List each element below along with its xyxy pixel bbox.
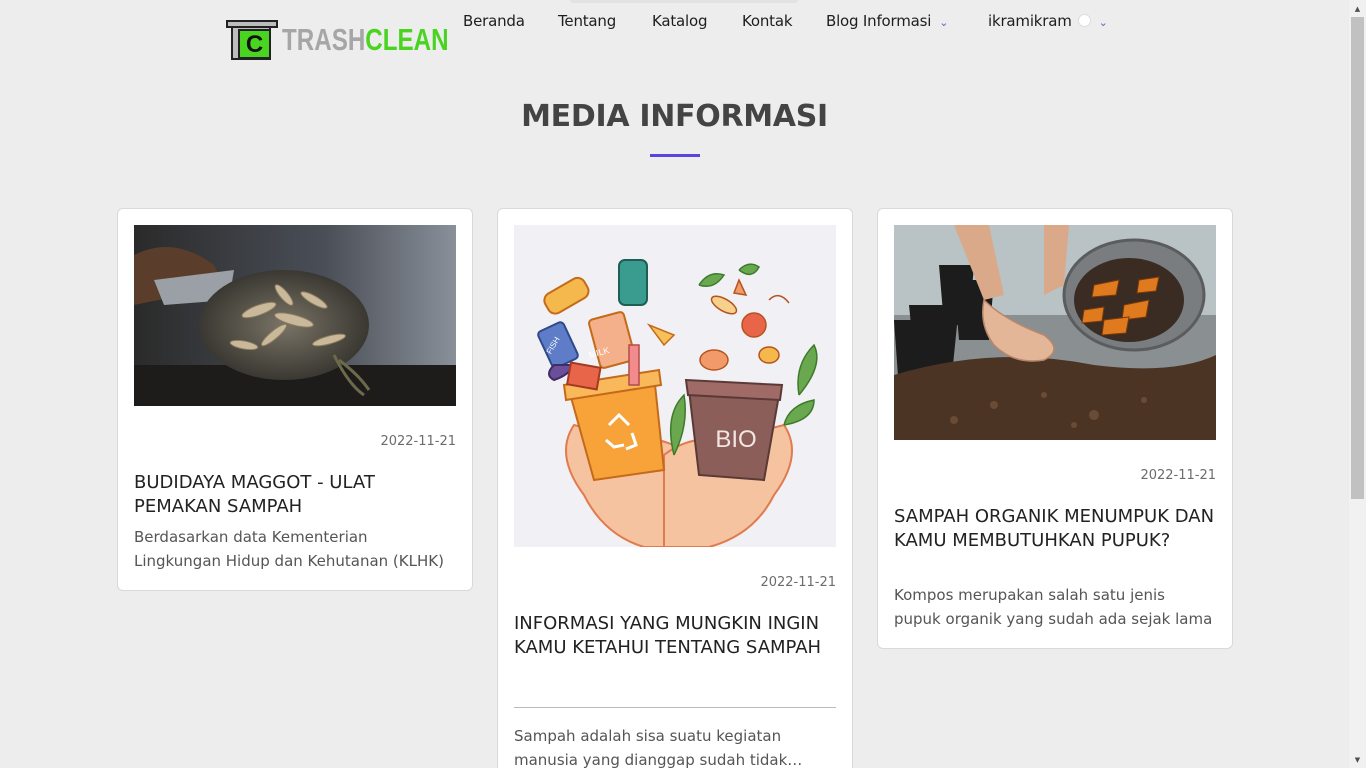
brand-wordmark-clean: CLEAN — [365, 22, 449, 57]
trash-bin-logo-icon: C — [226, 18, 278, 62]
page-title: MEDIA INFORMASI — [521, 99, 828, 134]
nav-kontak[interactable]: Kontak — [742, 12, 793, 30]
organic-compost-photo[interactable] — [894, 225, 1216, 440]
chevron-down-icon: ⌄ — [1098, 16, 1108, 29]
article-excerpt: Sampah adalah sisa suatu kegiatan manusi… — [514, 727, 788, 768]
article-card[interactable]: 2022-11-21 BUDIDAYA MAGGOT - ULAT PEMAKA… — [117, 208, 473, 591]
article-card[interactable]: BIO MILK FISH 2022-11-21 INFORMASI YANG … — [497, 208, 853, 768]
nav-beranda[interactable]: Beranda — [463, 12, 525, 30]
nav-blog-informasi[interactable]: Blog Informasi ⌄ — [826, 12, 948, 30]
bio-label: BIO — [715, 426, 756, 453]
logo-mark-letter: C — [246, 31, 263, 58]
article-excerpt: Berdasarkan data Kementerian Lingkungan … — [134, 528, 444, 570]
nav-katalog-label: Katalog — [652, 12, 708, 30]
article-title[interactable]: BUDIDAYA MAGGOT - ULAT PEMAKAN SAMPAH — [134, 471, 456, 519]
nav-blog-informasi-label: Blog Informasi — [826, 12, 932, 30]
user-menu[interactable]: ikramikram ⌄ — [988, 12, 1108, 30]
nav-kontak-label: Kontak — [742, 12, 793, 30]
top-edge-shadow — [570, 0, 798, 3]
article-date: 2022-11-21 — [380, 434, 456, 449]
maggot-compost-photo[interactable] — [134, 225, 456, 406]
nav-katalog[interactable]: Katalog — [652, 12, 708, 30]
brand-logo[interactable]: C TRASHCLEAN — [226, 18, 487, 62]
article-title[interactable]: SAMPAH ORGANIK MENUMPUK DAN KAMU MEMBUTU… — [894, 505, 1216, 553]
nav-tentang-label: Tentang — [558, 12, 617, 30]
article-title[interactable]: INFORMASI YANG MUNGKIN INGIN KAMU KETAHU… — [514, 612, 836, 660]
scroll-down-arrow-icon[interactable]: ▼ — [1349, 751, 1366, 768]
nav-tentang[interactable]: Tentang — [558, 12, 616, 30]
article-date: 2022-11-21 — [1140, 468, 1216, 483]
scroll-up-arrow-icon[interactable]: ▲ — [1349, 0, 1366, 17]
article-date: 2022-11-21 — [760, 575, 836, 590]
nav-beranda-label: Beranda — [463, 12, 525, 30]
page-scrollbar[interactable]: ▲ ▼ — [1349, 0, 1366, 768]
user-avatar-icon — [1077, 14, 1091, 27]
chevron-down-icon: ⌄ — [939, 16, 949, 29]
title-underline — [650, 154, 700, 157]
card-divider — [514, 707, 836, 708]
article-excerpt: Kompos merupakan salah satu jenis pupuk … — [894, 586, 1213, 628]
scrollbar-thumb[interactable] — [1351, 17, 1364, 499]
site-header: C TRASHCLEAN — [226, 18, 487, 62]
brand-wordmark-trash: TRASH — [282, 22, 366, 57]
brand-wordmark: TRASHCLEAN — [282, 22, 449, 58]
user-name: ikramikram — [988, 12, 1072, 30]
recycle-bio-bins-illustration[interactable]: BIO MILK FISH — [514, 225, 836, 547]
article-card[interactable]: 2022-11-21 SAMPAH ORGANIK MENUMPUK DAN K… — [877, 208, 1233, 649]
